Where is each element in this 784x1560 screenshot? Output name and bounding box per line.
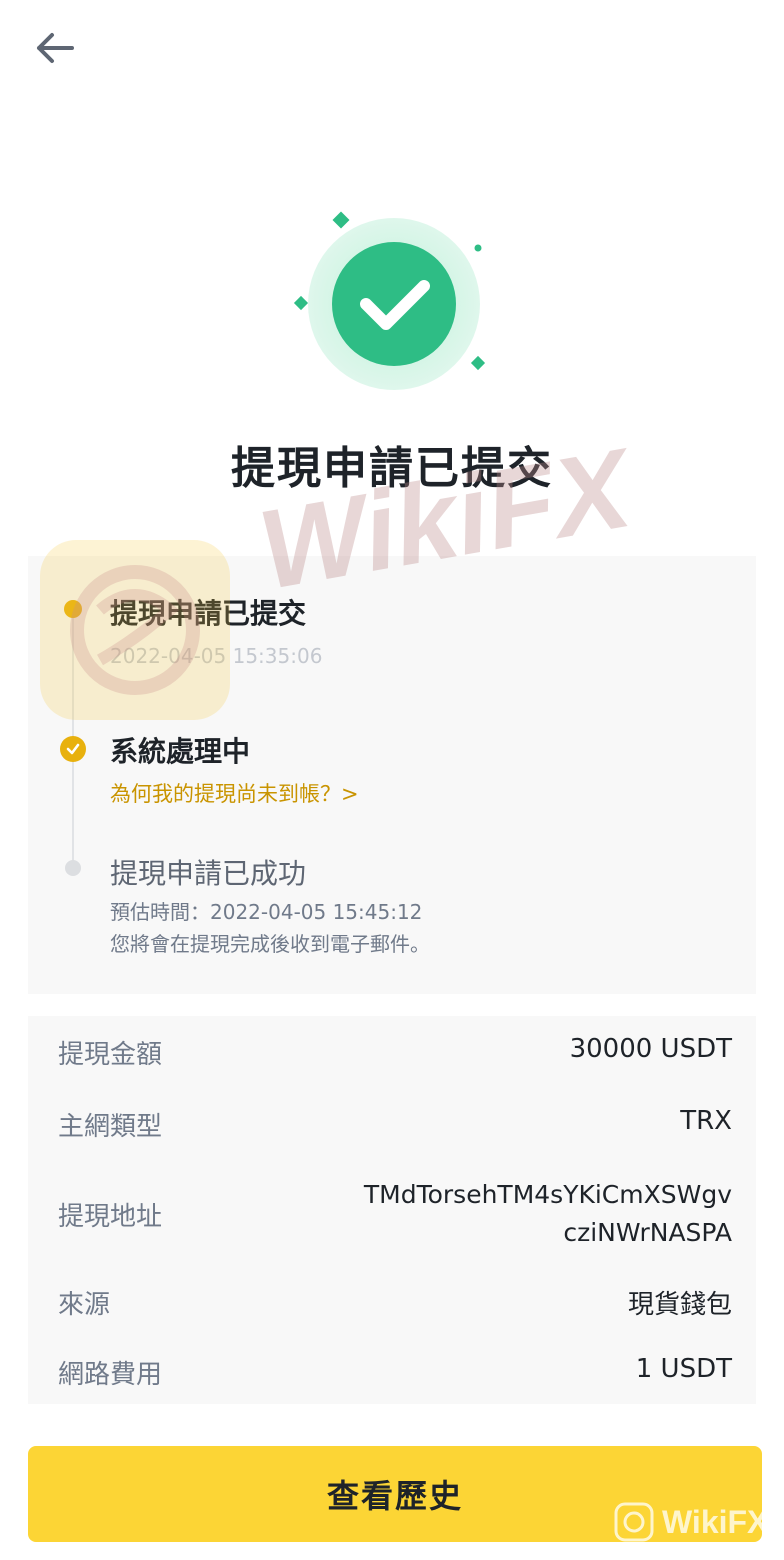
address-line-1: TMdTorsehTM4sYKiCmXSWgv [363,1180,732,1209]
network-label: 主網類型 [58,1112,163,1142]
fee-value: 1 USDT [635,1354,732,1384]
step-success-title: 提現申請已成功 [110,857,307,890]
address-line-2: cziNWrNASPA [563,1218,732,1247]
step-success-note: 您將會在提現完成後收到電子郵件。 [110,932,430,956]
step-processing-title: 系統處理中 [110,735,251,768]
step-submitted-title: 提現申請已提交 [110,597,307,630]
check-icon [66,743,80,755]
step-pending-dot [65,860,81,876]
network-value: TRX [680,1106,732,1136]
withdrawal-help-link[interactable]: 為何我的提現尚未到帳？> [110,778,359,808]
success-hero [0,200,784,400]
source-label: 來源 [58,1290,111,1320]
step-success-estimate: 預估時間：2022-04-05 15:45:12 [110,900,423,924]
step-done-dot [64,600,82,618]
page-title: 提現申請已提交 [231,443,553,494]
amount-value: 30000 USDT [569,1034,732,1064]
fee-label: 網路費用 [58,1360,163,1390]
step-submitted-time: 2022-04-05 15:35:06 [110,644,323,668]
source-value: 現貨錢包 [627,1290,732,1320]
withdrawal-details: 提現金額 30000 USDT 主網類型 TRX 提現地址 TMdTorsehT… [28,1016,756,1404]
address-value[interactable]: TMdTorsehTM4sYKiCmXSWgv cziNWrNASPA [364,1176,732,1252]
back-button[interactable] [28,24,80,72]
step-active-dot [60,736,86,762]
status-timeline: 提現申請已提交 2022-04-05 15:35:06 系統處理中 為何我的提現… [28,556,756,994]
arrow-left-icon [37,33,74,63]
amount-label: 提現金額 [58,1040,163,1070]
view-history-button[interactable]: 查看歷史 [28,1446,762,1542]
check-circle-icon [293,211,486,390]
address-label: 提現地址 [58,1202,163,1232]
